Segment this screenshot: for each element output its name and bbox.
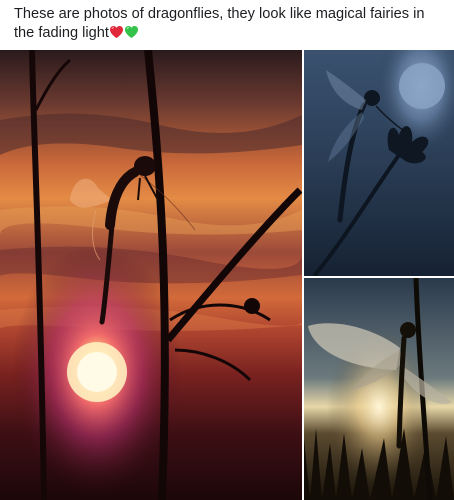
- post-caption-text: These are photos of dragonflies, they lo…: [14, 6, 425, 41]
- sunset-dragonfly-photo[interactable]: [0, 50, 302, 500]
- red-heart-icon: [109, 25, 124, 39]
- dewy-dragonfly-photo[interactable]: [304, 278, 454, 500]
- green-heart-icon: [124, 25, 139, 39]
- post-caption: These are photos of dragonflies, they lo…: [14, 5, 444, 43]
- moonlit-dragonfly-photo[interactable]: [304, 50, 454, 276]
- photo-grid: [0, 50, 454, 500]
